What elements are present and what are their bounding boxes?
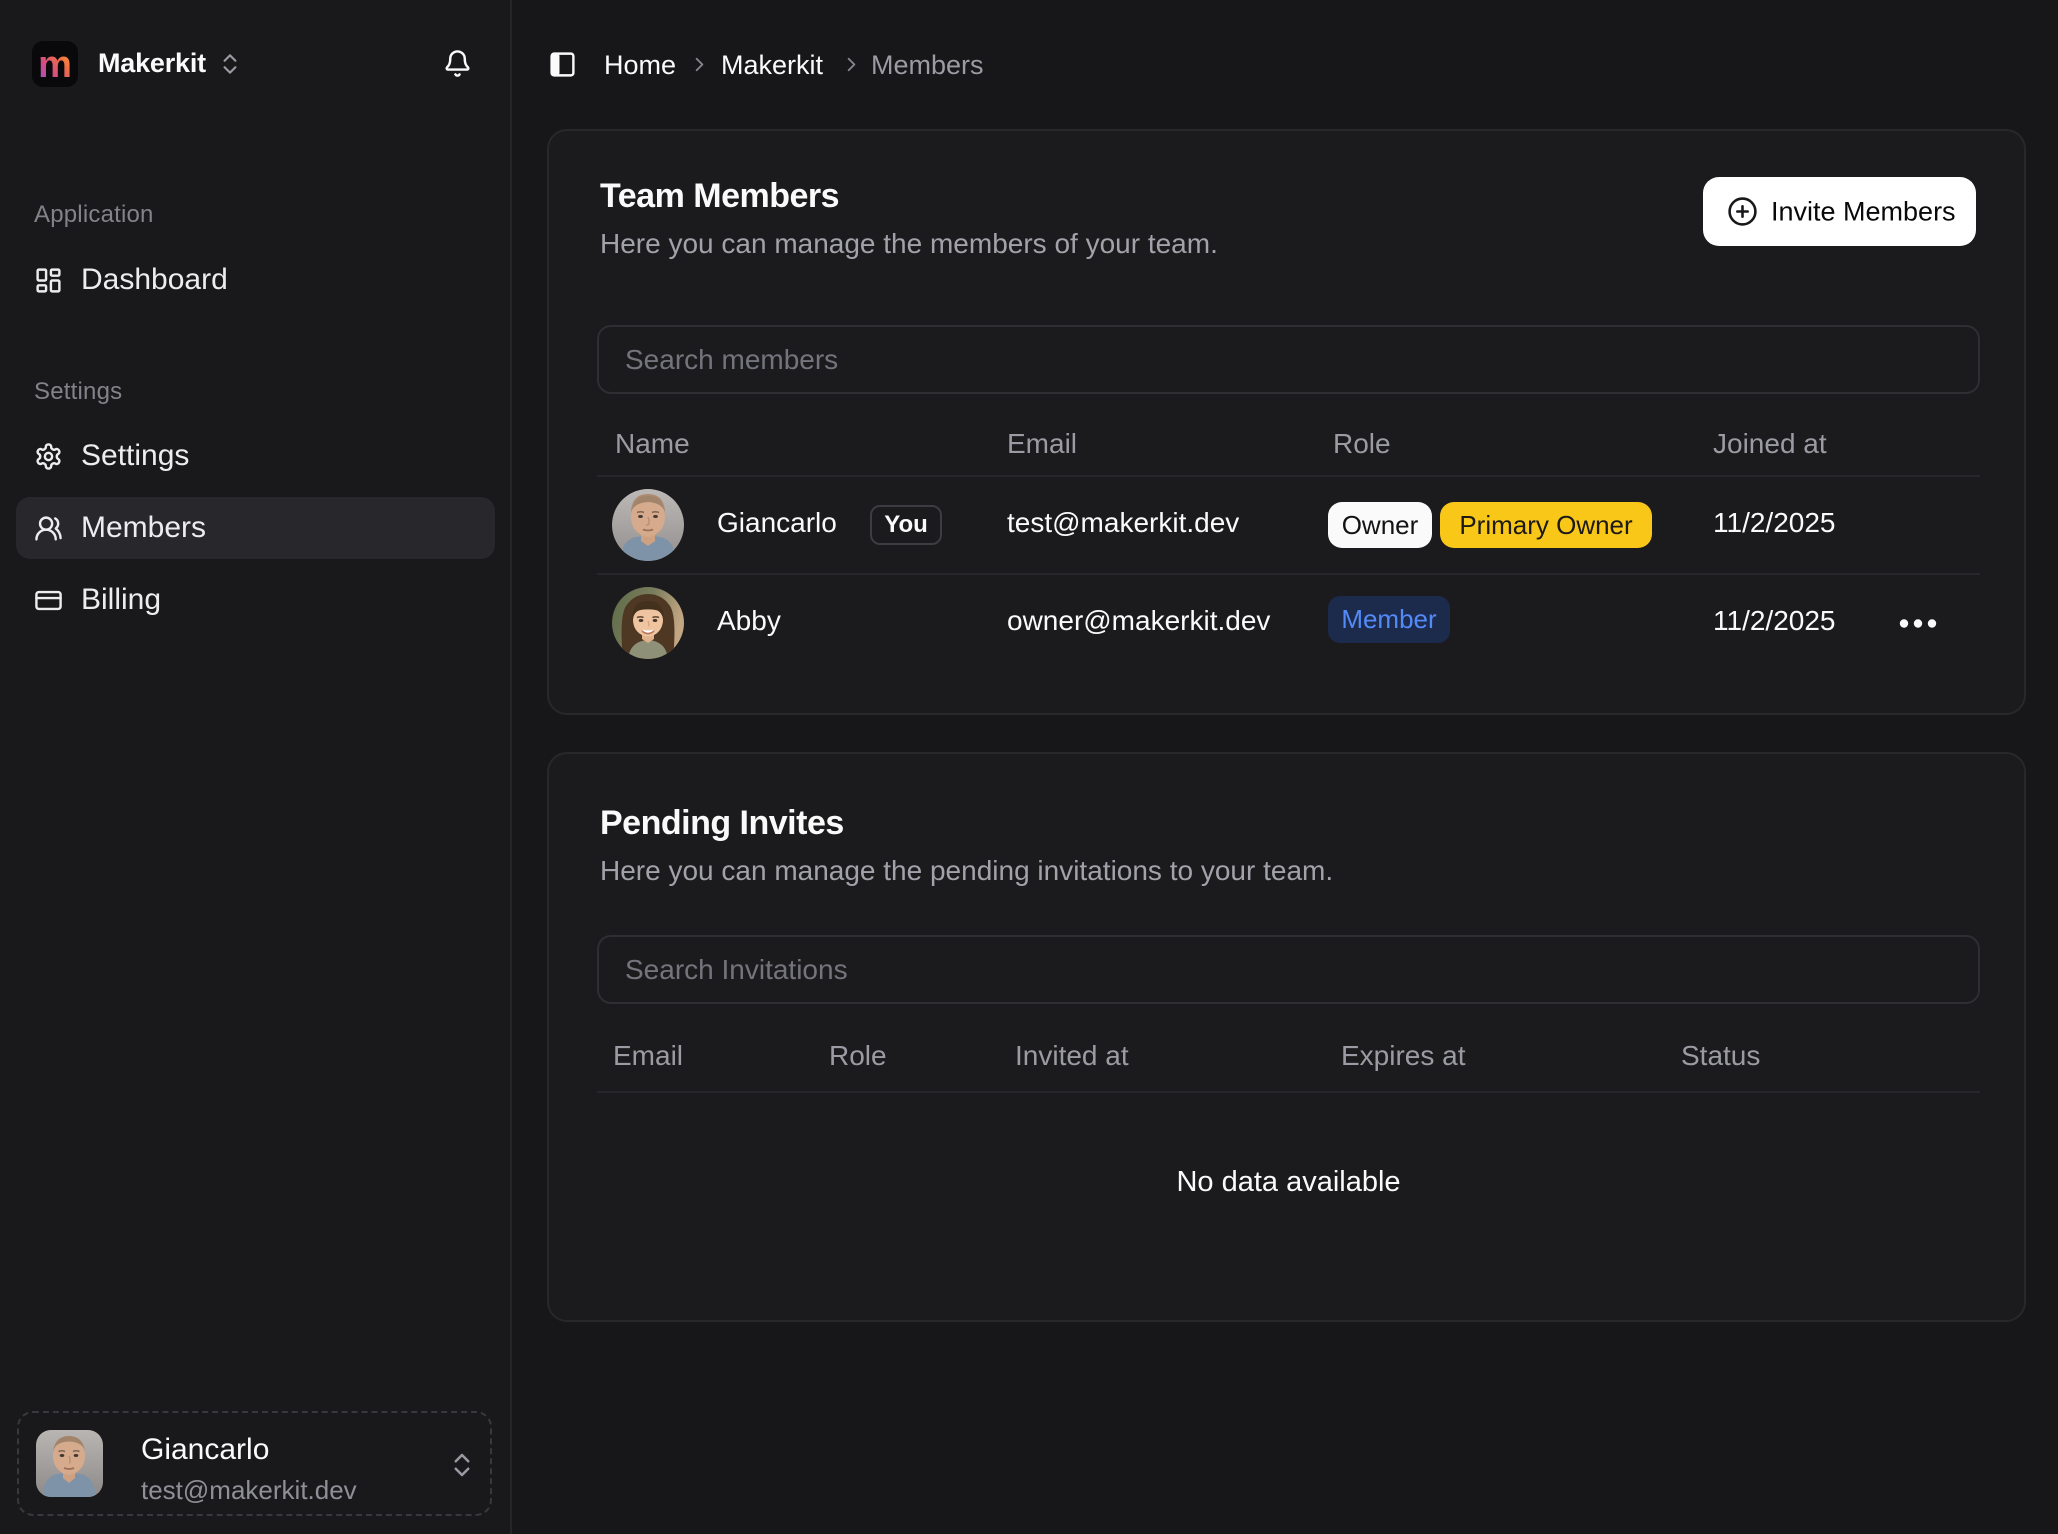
svg-text:m: m: [38, 44, 72, 86]
